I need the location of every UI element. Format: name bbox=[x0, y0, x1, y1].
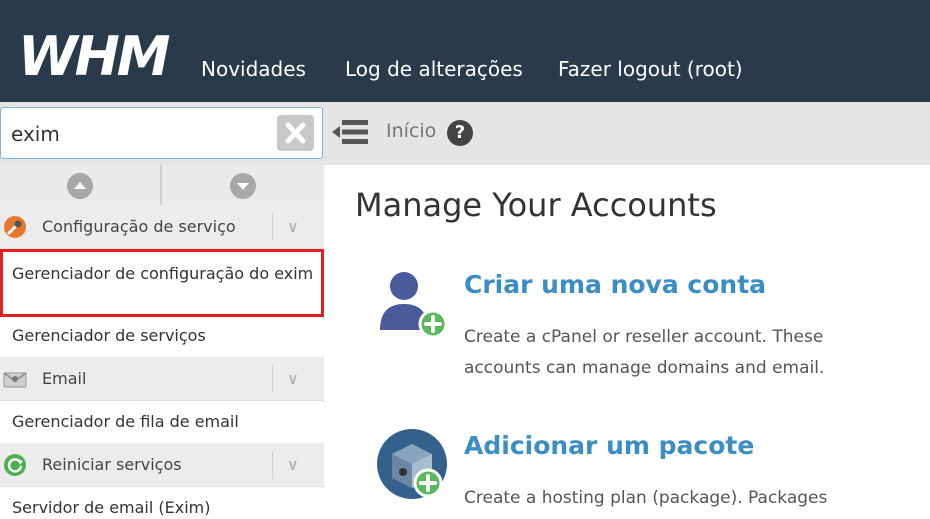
scroll-down-button[interactable] bbox=[230, 173, 256, 199]
divider bbox=[272, 451, 273, 479]
sidebar-item-label: Gerenciador de serviços bbox=[12, 326, 206, 345]
svg-text:WHM: WHM bbox=[18, 30, 170, 80]
divider bbox=[272, 365, 273, 393]
email-icon bbox=[3, 372, 27, 388]
clear-search-button[interactable] bbox=[277, 115, 314, 151]
chevron-down-icon[interactable]: ∨ bbox=[287, 455, 299, 474]
category-restart-services[interactable]: Reiniciar serviços ∨ bbox=[0, 443, 324, 487]
search-box bbox=[0, 107, 323, 159]
sidebar-item-mail-queue[interactable]: Gerenciador de fila de email bbox=[0, 402, 324, 444]
chevron-down-icon bbox=[237, 183, 249, 190]
nav-changelog[interactable]: Log de alterações bbox=[345, 57, 523, 81]
sidebar-item-label: Servidor de email (Exim) bbox=[12, 498, 211, 517]
wrench-icon bbox=[4, 216, 26, 238]
category-label: Reiniciar serviços bbox=[42, 455, 182, 474]
nav-novidades[interactable]: Novidades bbox=[201, 57, 306, 81]
chevron-up-icon bbox=[74, 182, 86, 189]
whm-logo[interactable]: WHM bbox=[18, 30, 173, 80]
help-icon[interactable]: ? bbox=[447, 120, 473, 146]
category-label: Email bbox=[42, 369, 87, 388]
add-package-link[interactable]: Adicionar um pacote bbox=[464, 431, 754, 460]
sidebar-item-service-manager[interactable]: Gerenciador de serviços bbox=[0, 320, 324, 356]
sidebar-item-label: Gerenciador de fila de email bbox=[12, 412, 239, 431]
divider bbox=[272, 213, 273, 241]
menu-collapse-icon[interactable] bbox=[332, 118, 368, 146]
add-user-icon[interactable] bbox=[376, 268, 448, 338]
restart-icon bbox=[4, 454, 26, 476]
top-bar: WHM Novidades Log de alterações Fazer lo… bbox=[0, 0, 930, 102]
search-input[interactable] bbox=[11, 120, 261, 148]
sidebar-item-exim-config[interactable]: Gerenciador de configuração do exim bbox=[0, 249, 324, 317]
scroll-up-button[interactable] bbox=[67, 173, 93, 199]
sidebar-item-label: Gerenciador de configuração do exim bbox=[12, 264, 314, 283]
add-package-description: Create a hosting plan (package). Package… bbox=[464, 488, 828, 508]
sidebar-item-exim-server[interactable]: Servidor de email (Exim) bbox=[0, 488, 324, 519]
category-label: Configuração de serviço bbox=[42, 217, 236, 236]
sidebar-nav-arrows bbox=[0, 165, 324, 205]
breadcrumb-home[interactable]: Início bbox=[386, 120, 436, 142]
chevron-down-icon[interactable]: ∨ bbox=[287, 369, 299, 388]
chevron-down-icon[interactable]: ∨ bbox=[287, 217, 299, 236]
divider bbox=[160, 165, 162, 205]
sidebar: Configuração de serviço ∨ Gerenciador de… bbox=[0, 165, 324, 519]
close-icon bbox=[285, 122, 306, 144]
nav-logout[interactable]: Fazer logout (root) bbox=[558, 57, 743, 81]
page-title: Manage Your Accounts bbox=[355, 186, 717, 224]
create-account-description: Create a cPanel or reseller account. The… bbox=[464, 327, 825, 378]
category-service-config[interactable]: Configuração de serviço ∨ bbox=[0, 205, 324, 249]
create-account-link[interactable]: Criar uma nova conta bbox=[464, 270, 766, 299]
category-email[interactable]: Email ∨ bbox=[0, 357, 324, 401]
add-package-icon[interactable] bbox=[376, 428, 448, 500]
